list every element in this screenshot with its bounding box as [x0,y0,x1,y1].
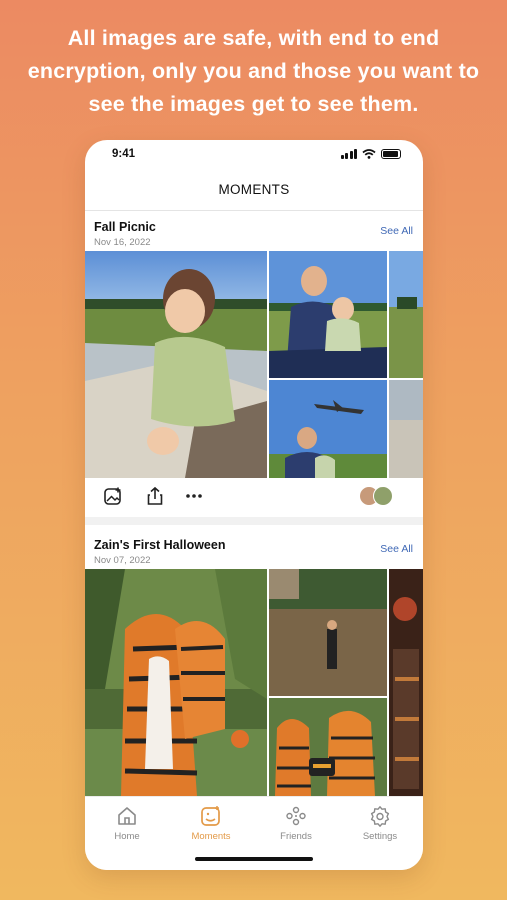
section-divider [85,517,423,525]
moment-photo[interactable] [269,251,387,378]
home-indicator [195,857,313,861]
tab-moments[interactable]: Moments [176,805,246,842]
moment-photo[interactable] [389,569,423,796]
add-photo-button[interactable] [102,485,124,507]
status-bar: 9:41 [85,140,423,170]
shared-with-avatars[interactable] [359,486,393,506]
home-icon [118,807,136,825]
moment-header: Zain's First Halloween Nov 07, 2022 See … [85,530,423,566]
moment-date: Nov 07, 2022 [94,555,151,566]
cellular-signal-icon [340,149,357,159]
settings-icon [370,806,390,827]
moments-icon [201,806,220,826]
tab-label: Settings [362,831,398,842]
moment-title: Zain's First Halloween [94,538,226,552]
add-photo-icon [104,487,121,505]
tab-label: Friends [280,831,312,842]
moment-header: Fall Picnic Nov 16, 2022 See All [85,212,423,248]
moment-photo[interactable] [389,380,423,478]
see-all-link[interactable]: See All [380,543,413,555]
moment-title: Fall Picnic [94,220,156,234]
moment-photo[interactable] [269,698,387,796]
moment-photo-main[interactable] [85,569,267,796]
page-title: MOMENTS [218,182,290,197]
moment-photo[interactable] [389,251,423,378]
more-icon [186,494,202,498]
wifi-icon [362,149,376,159]
moment-date: Nov 16, 2022 [94,237,151,248]
tab-label: Moments [191,831,231,842]
nav-divider [85,210,423,211]
promo-headline: All images are safe, with end to end enc… [27,26,480,116]
see-all-link[interactable]: See All [380,225,413,237]
moment-photo-main[interactable] [85,251,267,478]
tab-friends[interactable]: Friends [261,805,331,842]
phone-screen: 9:41 MOMENTS Fall Picnic Nov 16, 2022 Se… [85,140,423,870]
status-icons [340,149,401,159]
tab-settings[interactable]: Settings [345,805,415,842]
status-time: 9:41 [112,148,136,160]
moment-photo[interactable] [269,380,387,478]
share-icon [147,486,163,505]
avatar [373,486,393,506]
more-options-button[interactable] [183,485,205,507]
battery-icon [381,149,401,159]
friends-icon [286,806,306,826]
share-button[interactable] [144,485,166,507]
tab-label: Home [114,831,140,842]
tab-home[interactable]: Home [92,805,162,842]
moment-actions [85,478,423,516]
moment-photo[interactable] [269,569,387,696]
